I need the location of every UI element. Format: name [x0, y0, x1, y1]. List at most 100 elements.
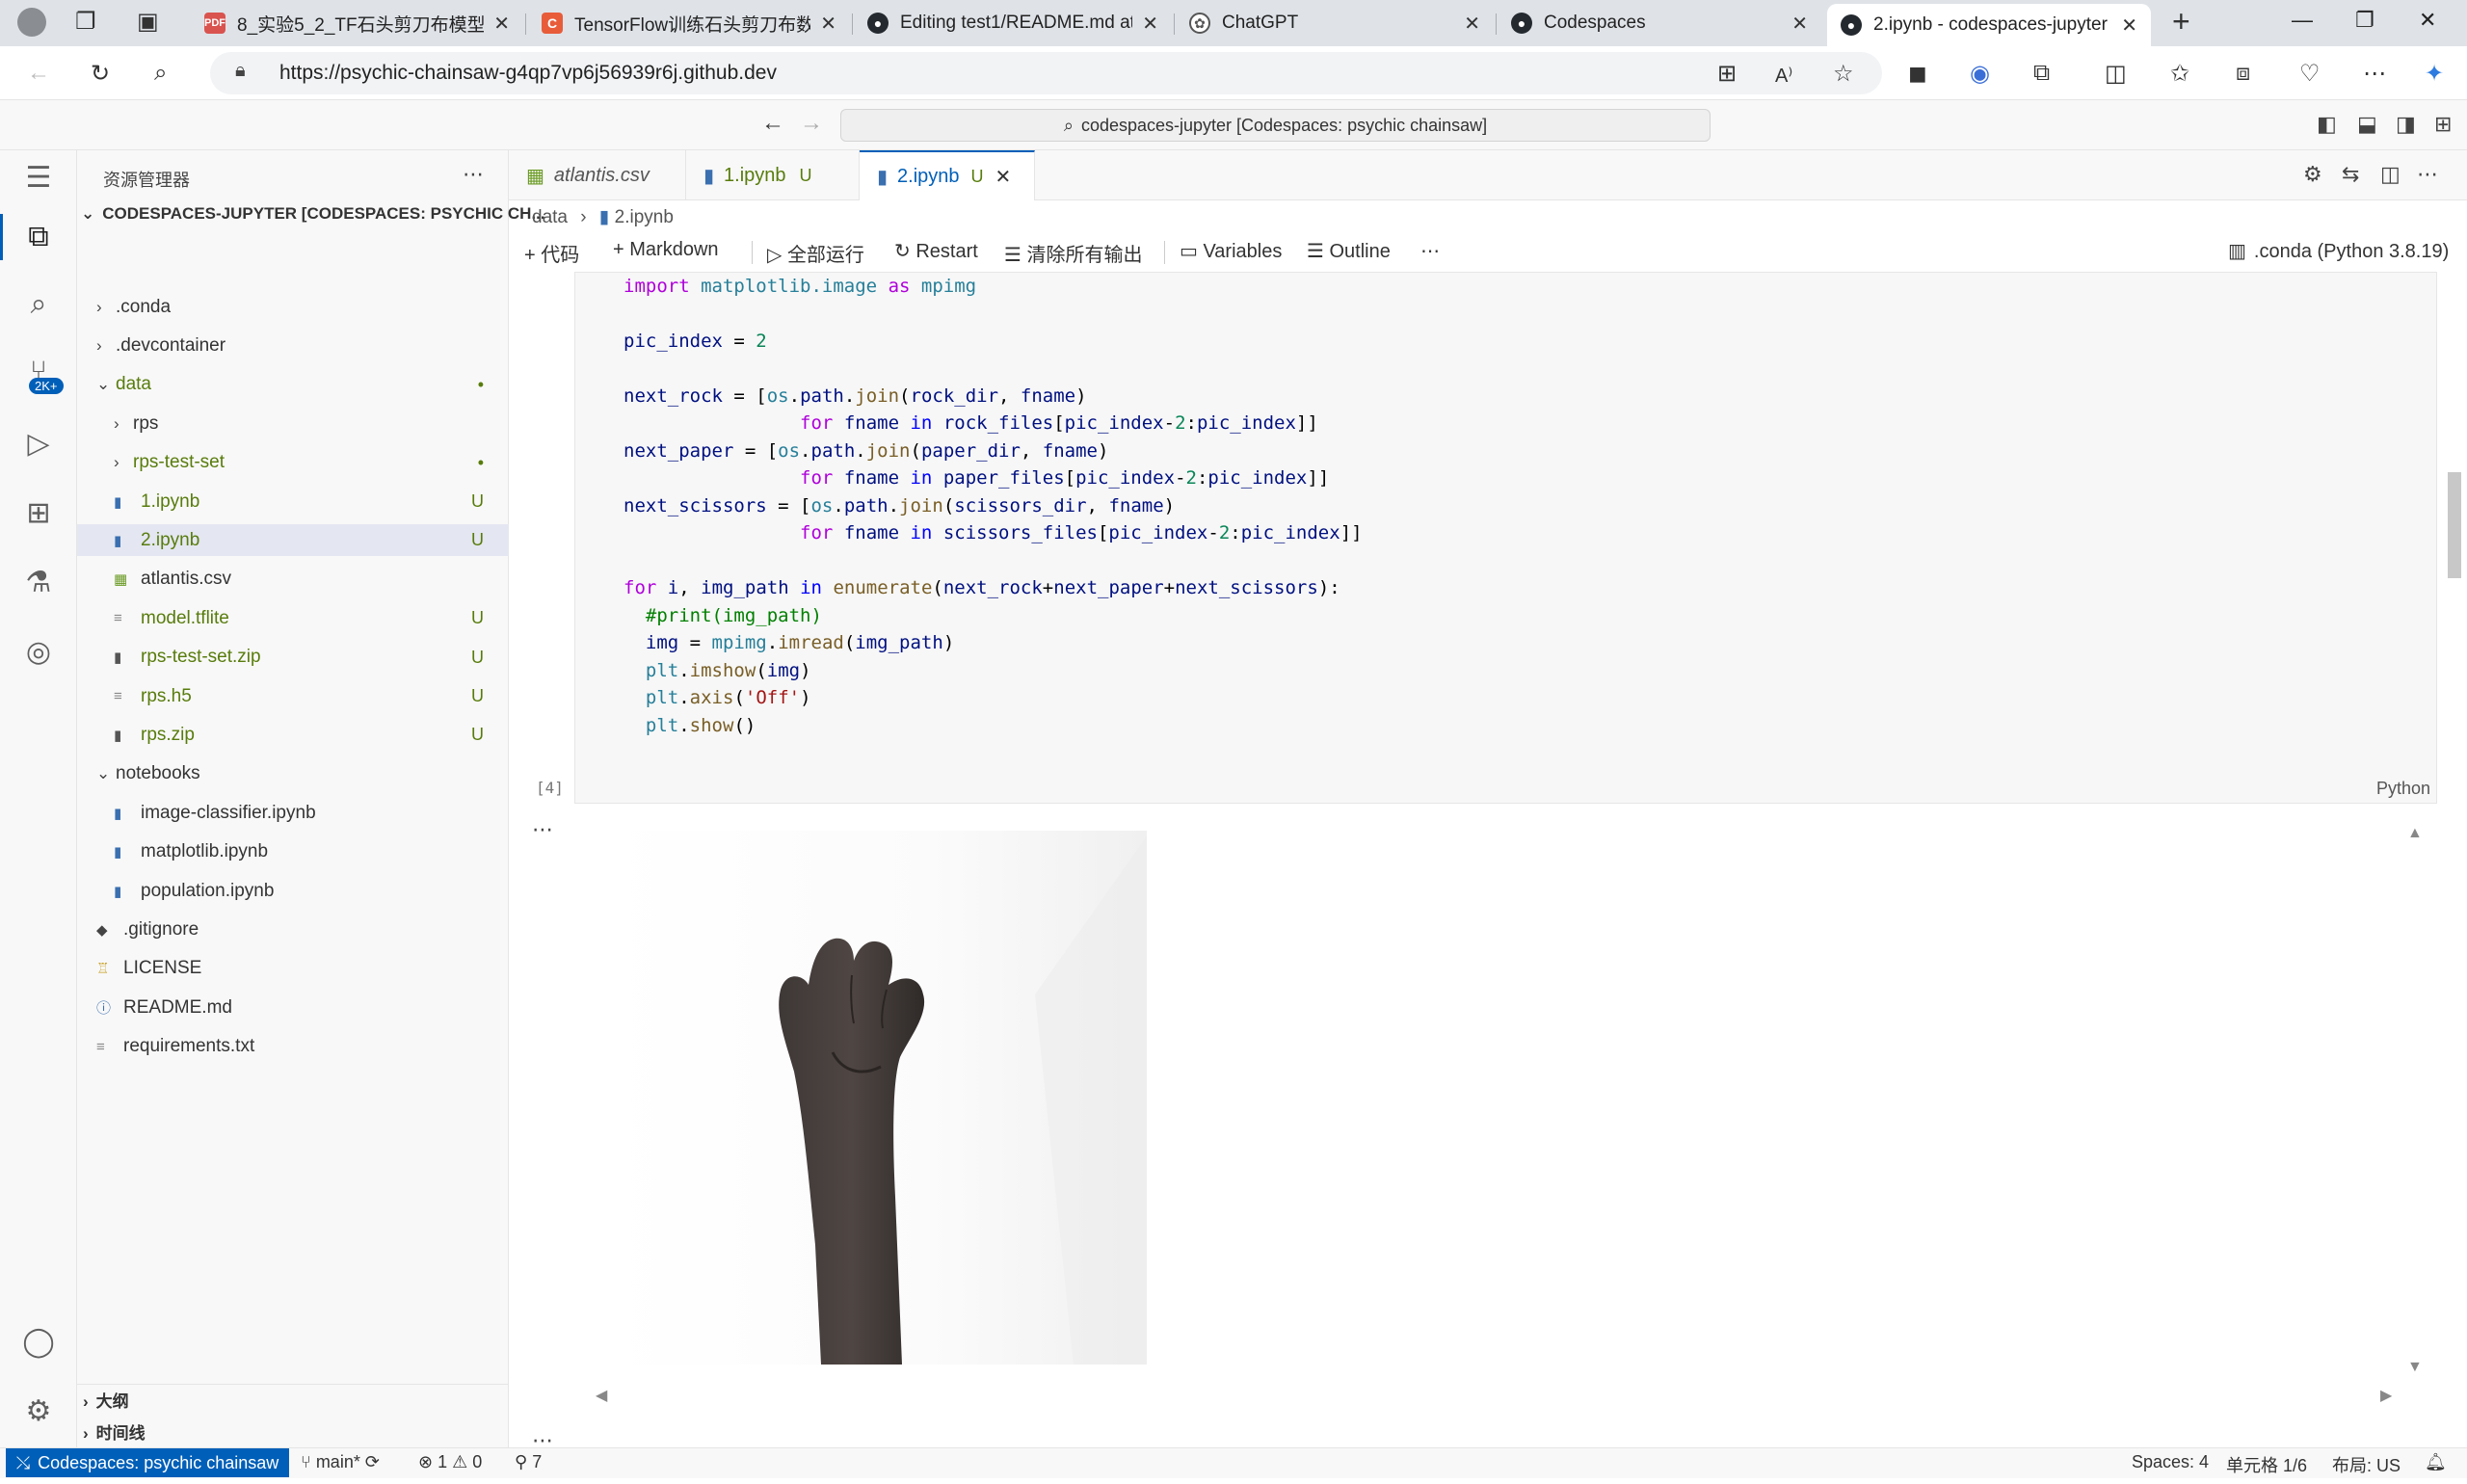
extension-icon[interactable]: ◉	[1970, 60, 1990, 88]
add-code-button[interactable]: + 代码	[524, 239, 579, 267]
back-icon[interactable]: ←	[761, 110, 784, 137]
close-icon[interactable]: ✕	[820, 12, 836, 36]
clear-outputs-button[interactable]: ☰ 清除所有输出	[1004, 239, 1143, 267]
url-text[interactable]: https://psychic-chainsaw-g4qp7vp6j56939r…	[279, 62, 777, 85]
more-actions-icon[interactable]: ⋯	[463, 162, 484, 187]
restore-button[interactable]: ❐	[2355, 8, 2374, 33]
extensions-icon[interactable]: ⊞	[19, 493, 58, 532]
command-center[interactable]: ⌕ codespaces-jupyter [Codespaces: psychi…	[840, 109, 1711, 142]
close-icon[interactable]: ✕	[1142, 12, 1158, 36]
workspace-header[interactable]: ⌄ CODESPACES-JUPYTER [CODESPACES: PSYCHIC…	[81, 204, 545, 224]
tree-item-gitignore[interactable]: ◆ .gitignore	[77, 914, 509, 945]
ports-indicator[interactable]: ⚲ 7	[515, 1452, 542, 1472]
cell-language[interactable]: Python	[2376, 779, 2430, 799]
close-icon[interactable]: ✕	[2121, 13, 2137, 38]
editor-tab-atlantis[interactable]: ▦ atlantis.csv	[509, 150, 686, 200]
explorer-icon[interactable]: ⧉	[19, 218, 58, 256]
search-icon[interactable]: ⌕	[19, 285, 58, 324]
tree-item-atlantis-csv[interactable]: ▦ atlantis.csv	[77, 564, 509, 596]
settings-gear-icon[interactable]: ⚙	[2303, 162, 2322, 187]
outline-section[interactable]: › 大纲	[83, 1388, 129, 1412]
app-available-icon[interactable]: ⊞	[1717, 60, 1737, 88]
refresh-icon[interactable]: ↻	[91, 60, 110, 88]
keyboard-layout-indicator[interactable]: 布局: US	[2332, 1452, 2401, 1477]
variables-button[interactable]: ▭ Variables	[1180, 239, 1282, 263]
close-icon[interactable]: ✕	[1791, 12, 1808, 36]
branch-indicator[interactable]: ⑂ main* ⟳	[301, 1452, 380, 1472]
indentation-indicator[interactable]: Spaces: 4	[2132, 1452, 2209, 1472]
tree-item-model-tflite[interactable]: ≡ model.tflite U	[77, 602, 509, 634]
close-icon[interactable]: ✕	[493, 12, 510, 36]
cell-position-indicator[interactable]: 单元格 1/6	[2226, 1452, 2307, 1477]
tree-item-2-ipynb[interactable]: ▮ 2.ipynb U	[77, 524, 509, 557]
editor-tab-2ipynb[interactable]: ▮ 2.ipynb U ✕	[860, 150, 1035, 200]
tree-item-devcontainer[interactable]: › .devcontainer	[77, 330, 509, 361]
tree-item-image-classifier-ipynb[interactable]: ▮ image-classifier.ipynb	[77, 797, 509, 829]
add-markdown-button[interactable]: + Markdown	[613, 239, 719, 261]
back-icon[interactable]: ←	[27, 60, 50, 87]
tree-item-rps-zip[interactable]: ▮ rps.zip U	[77, 719, 509, 751]
customize-layout-icon[interactable]: ⊞	[2434, 112, 2452, 137]
run-all-button[interactable]: ▷ 全部运行	[767, 239, 864, 267]
close-window-button[interactable]: ✕	[2419, 8, 2436, 33]
tree-item-rps-test-set[interactable]: › rps-test-set •	[77, 447, 509, 479]
minimize-button[interactable]: —	[2292, 8, 2313, 33]
tree-item-rps-test-set-zip[interactable]: ▮ rps-test-set.zip U	[77, 642, 509, 674]
tree-item-notebooks[interactable]: ⌄ notebooks	[77, 758, 509, 790]
github-icon[interactable]: ◎	[19, 632, 58, 671]
extensions-icon[interactable]: ⧉	[2033, 60, 2050, 87]
notifications-icon[interactable]: 🔔︎	[2425, 1452, 2447, 1472]
browser-tab[interactable]: ● Editing test1/README.md at m ✕	[854, 6, 1172, 40]
close-icon[interactable]: ✕	[1464, 12, 1480, 36]
output-more-icon[interactable]: ⋯	[532, 817, 553, 842]
scroll-right-icon[interactable]: ▶	[2380, 1386, 2392, 1405]
kernel-picker[interactable]: ▥ .conda (Python 3.8.19)	[2228, 239, 2449, 263]
tree-item-rps-h5[interactable]: ≡ rps.h5 U	[77, 680, 509, 712]
tree-item-matplotlib-ipynb[interactable]: ▮ matplotlib.ipynb	[77, 836, 509, 868]
more-actions-icon[interactable]: ⋯	[2417, 162, 2438, 187]
run-debug-icon[interactable]: ▷	[19, 424, 58, 463]
tree-item-rps[interactable]: › rps	[77, 408, 509, 439]
forward-icon[interactable]: →	[800, 110, 823, 137]
scroll-down-icon[interactable]: ▼	[2407, 1359, 2423, 1376]
browser-tab-active[interactable]: ● 2.ipynb - codespaces-jupyter [ ✕	[1827, 4, 2151, 46]
breadcrumb-folder[interactable]: data	[532, 207, 568, 227]
workspaces-icon[interactable]: ❐	[75, 8, 96, 36]
vertical-scrollbar[interactable]	[2448, 472, 2461, 578]
testing-icon[interactable]: ⚗	[19, 563, 58, 601]
toggle-sidebar-icon[interactable]: ◧	[2317, 112, 2337, 137]
outline-button[interactable]: ☰ Outline	[1307, 239, 1391, 263]
browser-tab[interactable]: ✿ ChatGPT ✕	[1176, 6, 1494, 40]
search-icon[interactable]: ⌕	[154, 60, 167, 87]
toggle-panel-icon[interactable]: ⬓	[2357, 112, 2377, 137]
browser-tab[interactable]: C TensorFlow训练石头剪刀布数 ✕	[528, 6, 850, 40]
lock-icon[interactable]: 🔒︎	[235, 60, 246, 82]
split-editor-icon[interactable]: ◫	[2380, 162, 2401, 187]
browser-tab[interactable]: PDF 8_实验5_2_TF石头剪刀布模型 ✕	[191, 6, 523, 40]
tree-item-conda[interactable]: › .conda	[77, 291, 509, 323]
accounts-icon[interactable]: ◯	[19, 1322, 58, 1361]
problems-indicator[interactable]: ⊗ 1 ⚠ 0	[418, 1452, 482, 1472]
read-aloud-icon[interactable]: A⁾	[1775, 64, 1792, 88]
browser-tab[interactable]: ● Codespaces ✕	[1498, 6, 1821, 40]
timeline-section[interactable]: › 时间线	[83, 1419, 146, 1444]
breadcrumb-file[interactable]: 2.ipynb	[615, 207, 674, 227]
restart-button[interactable]: ↻ Restart	[894, 239, 978, 263]
settings-gear-icon[interactable]: ⚙	[19, 1391, 58, 1430]
tree-item-data[interactable]: ⌄ data •	[77, 369, 509, 401]
tree-item-requirements-txt[interactable]: ≡ requirements.txt	[77, 1031, 509, 1063]
scroll-left-icon[interactable]: ◀	[596, 1386, 607, 1405]
remote-indicator[interactable]: ⤯ Codespaces: psychic chainsaw	[6, 1448, 289, 1477]
favorites-icon[interactable]: ✩	[2170, 60, 2189, 88]
tree-item-license[interactable]: ♖ LICENSE	[77, 953, 509, 985]
copilot-icon[interactable]: ✦	[2425, 60, 2444, 88]
more-actions-button[interactable]: ⋯	[1420, 239, 1440, 263]
toggle-secondary-sidebar-icon[interactable]: ◨	[2396, 112, 2416, 137]
favorite-star-icon[interactable]: ☆	[1833, 60, 1854, 88]
vertical-tabs-icon[interactable]: ▣	[137, 8, 159, 36]
profile-avatar[interactable]	[17, 8, 46, 37]
new-tab-button[interactable]: +	[2172, 4, 2190, 40]
menu-icon[interactable]: ☰	[19, 158, 58, 197]
tree-item-readme-md[interactable]: ⓘ README.md	[77, 992, 509, 1023]
performance-icon[interactable]: ♡	[2299, 60, 2321, 88]
